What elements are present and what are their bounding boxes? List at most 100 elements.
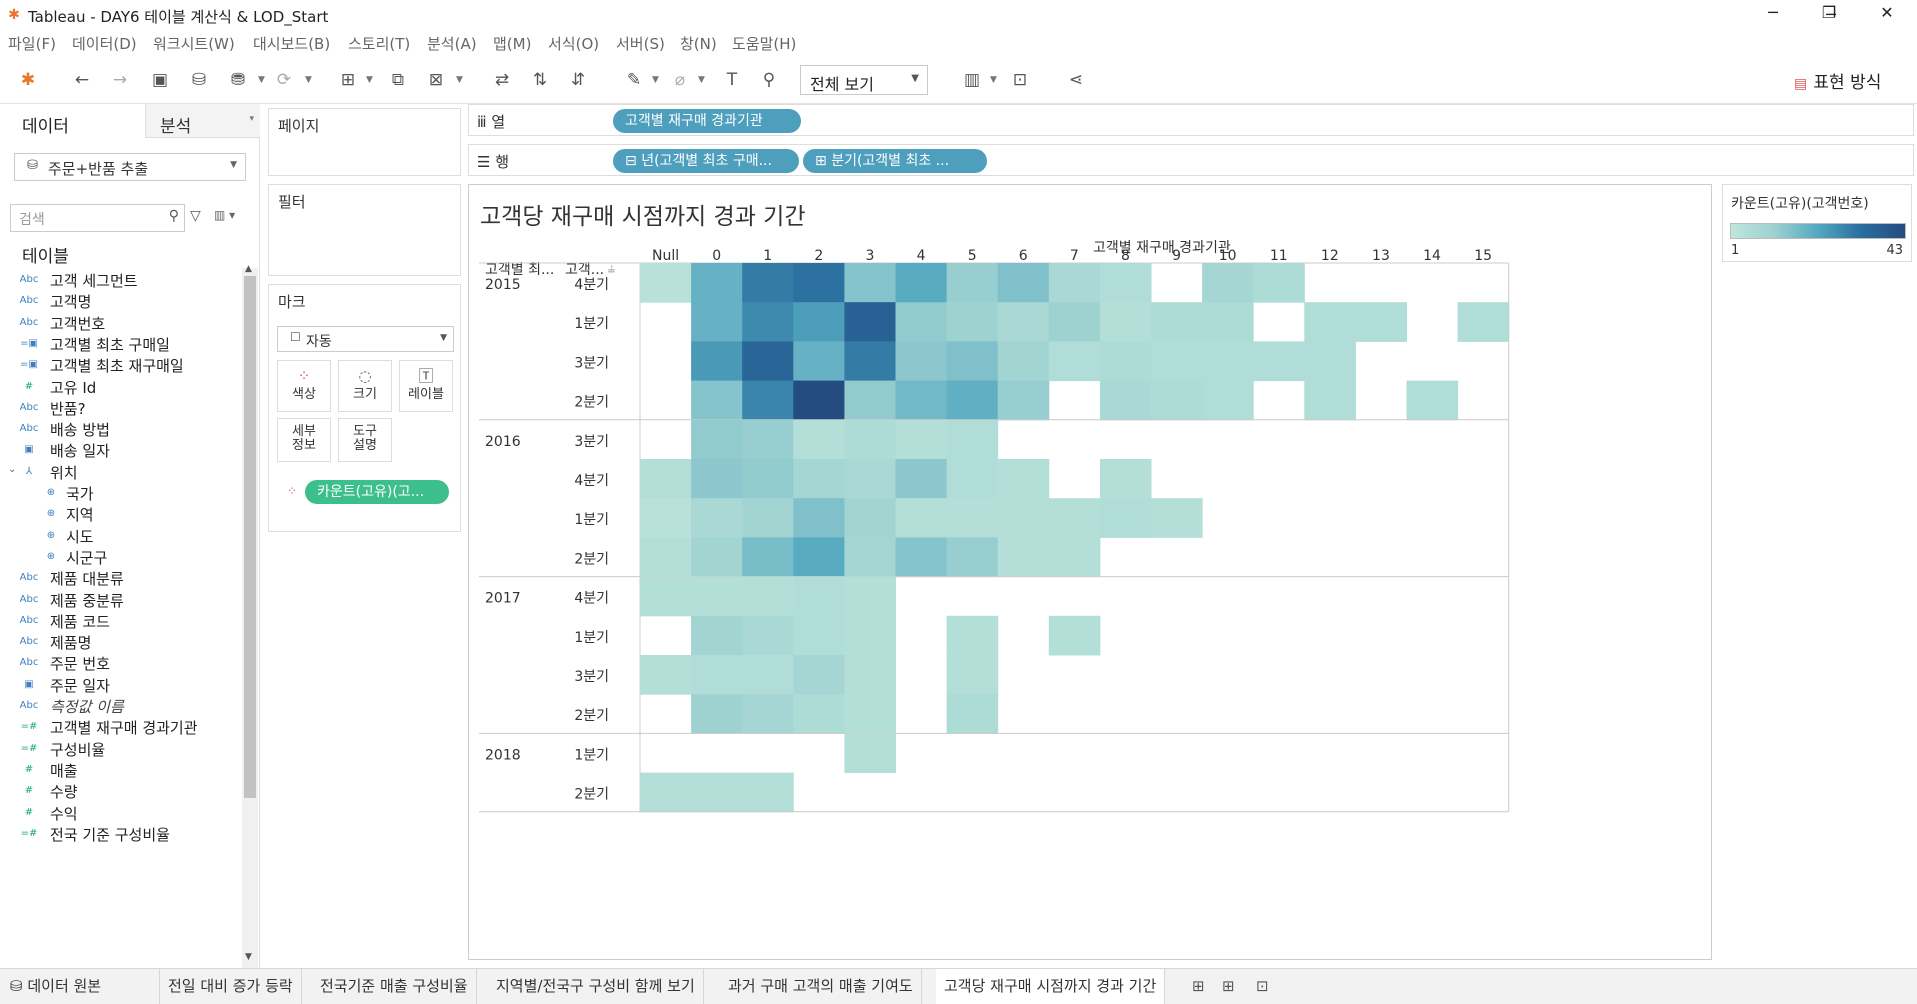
heatmap-cell[interactable] bbox=[1457, 302, 1510, 342]
field-search-input[interactable]: 검색 ⚲ bbox=[10, 204, 185, 232]
show-me-button[interactable]: ▤ 표현 방식 bbox=[1794, 68, 1881, 93]
columns-pill[interactable]: 고객별 재구매 경과기관 bbox=[613, 109, 801, 133]
heatmap-cell[interactable] bbox=[691, 380, 743, 421]
heatmap-cell[interactable] bbox=[946, 419, 999, 460]
heatmap-cell[interactable] bbox=[895, 341, 948, 382]
quarter-label[interactable]: 1분기 bbox=[574, 747, 609, 763]
new-dashboard-icon[interactable]: ⊞ bbox=[1222, 977, 1235, 995]
heatmap-cell[interactable] bbox=[895, 537, 948, 578]
year-label[interactable]: 2018 bbox=[485, 747, 521, 763]
menu-data[interactable]: 데이터(D) bbox=[72, 33, 137, 54]
heatmap-cell[interactable] bbox=[793, 302, 845, 342]
color-button[interactable]: ⁘ 색상 bbox=[277, 360, 331, 412]
heatmap-cell[interactable] bbox=[793, 498, 845, 538]
heatmap-cell[interactable] bbox=[742, 576, 794, 617]
quarter-label[interactable]: 4분기 bbox=[574, 591, 609, 607]
heatmap-cell[interactable] bbox=[1304, 380, 1356, 421]
chevron-down-icon[interactable]: ▼ bbox=[698, 68, 705, 92]
heatmap-cell[interactable] bbox=[844, 576, 896, 617]
heatmap-cell[interactable] bbox=[640, 498, 692, 538]
quarter-label[interactable]: 1분기 bbox=[574, 630, 609, 646]
mark-type-select[interactable]: ☐ 자동 ▼ bbox=[277, 326, 454, 352]
sheet-tab-active[interactable]: 고객당 재구매 시점까지 경과 기간 bbox=[936, 969, 1166, 1004]
heatmap-cell[interactable] bbox=[793, 419, 845, 460]
size-button[interactable]: ◌ 크기 bbox=[338, 360, 392, 412]
quarter-label[interactable]: 4분기 bbox=[574, 277, 609, 293]
heatmap-cell[interactable] bbox=[946, 341, 999, 382]
menu-dashboard[interactable]: 대시보드(B) bbox=[253, 33, 330, 54]
heatmap-cell[interactable] bbox=[742, 537, 794, 578]
menu-window[interactable]: 창(N) bbox=[680, 33, 717, 54]
heatmap-cell[interactable] bbox=[997, 498, 1050, 538]
heatmap-cell[interactable] bbox=[1099, 341, 1152, 382]
restore-button[interactable]: ❐ bbox=[1806, 0, 1852, 26]
quarter-label[interactable]: 3분기 bbox=[574, 669, 609, 685]
heatmap-cell[interactable] bbox=[895, 419, 948, 460]
heatmap-cell[interactable] bbox=[1202, 302, 1254, 342]
heatmap-cell[interactable] bbox=[742, 694, 794, 734]
heatmap-cell[interactable] bbox=[895, 302, 948, 342]
heatmap-cell[interactable] bbox=[691, 772, 743, 813]
heatmap-cell[interactable] bbox=[691, 459, 743, 499]
menu-worksheet[interactable]: 워크시트(W) bbox=[153, 33, 235, 54]
heatmap-cell[interactable] bbox=[946, 537, 999, 578]
menu-map[interactable]: 맵(M) bbox=[493, 33, 531, 54]
chevron-down-icon[interactable]: ▼ bbox=[990, 68, 997, 92]
heatmap-cell[interactable] bbox=[946, 459, 999, 499]
quarter-label[interactable]: 2분기 bbox=[574, 787, 609, 803]
heatmap-cell[interactable] bbox=[1355, 302, 1407, 342]
heatmap-cell[interactable] bbox=[844, 419, 896, 460]
heatmap-cell[interactable] bbox=[742, 459, 794, 499]
heatmap-cell[interactable] bbox=[946, 498, 999, 538]
heatmap-cell[interactable] bbox=[793, 576, 845, 617]
menu-format[interactable]: 서식(O) bbox=[548, 33, 599, 54]
heatmap-cell[interactable] bbox=[997, 459, 1050, 499]
heatmap-cell[interactable] bbox=[640, 772, 692, 813]
sheet-tab[interactable]: 전일 대비 증가 등락 bbox=[160, 969, 302, 1004]
heatmap-cell[interactable] bbox=[742, 772, 794, 813]
pause-updates-icon[interactable]: ⛃ bbox=[226, 68, 250, 92]
color-field-pill[interactable]: 카운트(고유)(고... bbox=[305, 480, 449, 504]
quarter-label[interactable]: 2분기 bbox=[574, 395, 609, 411]
heatmap-cell[interactable] bbox=[742, 380, 794, 421]
datasource-select[interactable]: ⛁ 주문+반품 추출 ▼ bbox=[14, 153, 246, 181]
close-button[interactable]: ✕ bbox=[1864, 0, 1910, 26]
heatmap-cell[interactable] bbox=[997, 263, 1050, 303]
rows-shelf[interactable]: ☰ 행 ⊟ 년(고객별 최초 구매... ⊞ 분기(고객별 최초 ... bbox=[468, 144, 1914, 176]
heatmap-cell[interactable] bbox=[691, 694, 743, 734]
heatmap-cell[interactable] bbox=[793, 615, 845, 656]
heatmap-cell[interactable] bbox=[1151, 380, 1203, 421]
heatmap-cell[interactable] bbox=[793, 537, 845, 578]
heatmap-cell[interactable] bbox=[1202, 380, 1254, 421]
heatmap-cell[interactable] bbox=[844, 263, 896, 303]
heatmap-cell[interactable] bbox=[691, 655, 743, 695]
menu-file[interactable]: 파일(F) bbox=[8, 33, 56, 54]
presentation-mode-icon[interactable]: ⊡ bbox=[1008, 68, 1032, 92]
heatmap-cell[interactable] bbox=[742, 302, 794, 342]
quarter-label[interactable]: 2분기 bbox=[574, 708, 609, 724]
fit-view-select[interactable]: 전체 보기 ▼ bbox=[800, 65, 928, 95]
heatmap-cell[interactable] bbox=[997, 341, 1050, 382]
heatmap-cell[interactable] bbox=[793, 694, 845, 734]
heatmap-cell[interactable] bbox=[1048, 537, 1101, 578]
heatmap-cell[interactable] bbox=[1048, 615, 1101, 656]
duplicate-sheet-icon[interactable]: ⧉ bbox=[386, 68, 410, 92]
year-label[interactable]: 2017 bbox=[485, 591, 521, 607]
heatmap-cell[interactable] bbox=[844, 615, 896, 656]
heatmap-cell[interactable] bbox=[742, 498, 794, 538]
chevron-down-icon[interactable]: ▼ bbox=[652, 68, 659, 92]
sheet-tab[interactable]: 전국기준 매출 구성비율 bbox=[312, 969, 477, 1004]
columns-shelf[interactable]: ⅲ 열 고객별 재구매 경과기관 bbox=[468, 104, 1914, 136]
view-options-icon[interactable]: ▥ ▾ bbox=[214, 208, 235, 222]
filter-icon[interactable]: ▽ bbox=[190, 208, 201, 224]
tab-analysis[interactable]: 분석 ▾ bbox=[145, 104, 260, 138]
heatmap-cell[interactable] bbox=[691, 615, 743, 656]
heatmap-cell[interactable] bbox=[844, 655, 896, 695]
tab-data[interactable]: 데이터 bbox=[0, 104, 145, 138]
heatmap-cell[interactable] bbox=[1099, 498, 1152, 538]
heatmap-cell[interactable] bbox=[640, 576, 692, 617]
quarter-label[interactable]: 3분기 bbox=[574, 434, 609, 450]
heatmap-cell[interactable] bbox=[1304, 302, 1356, 342]
share-icon[interactable]: ⋖ bbox=[1064, 68, 1088, 92]
new-worksheet-icon[interactable]: ⊞ bbox=[336, 68, 360, 92]
